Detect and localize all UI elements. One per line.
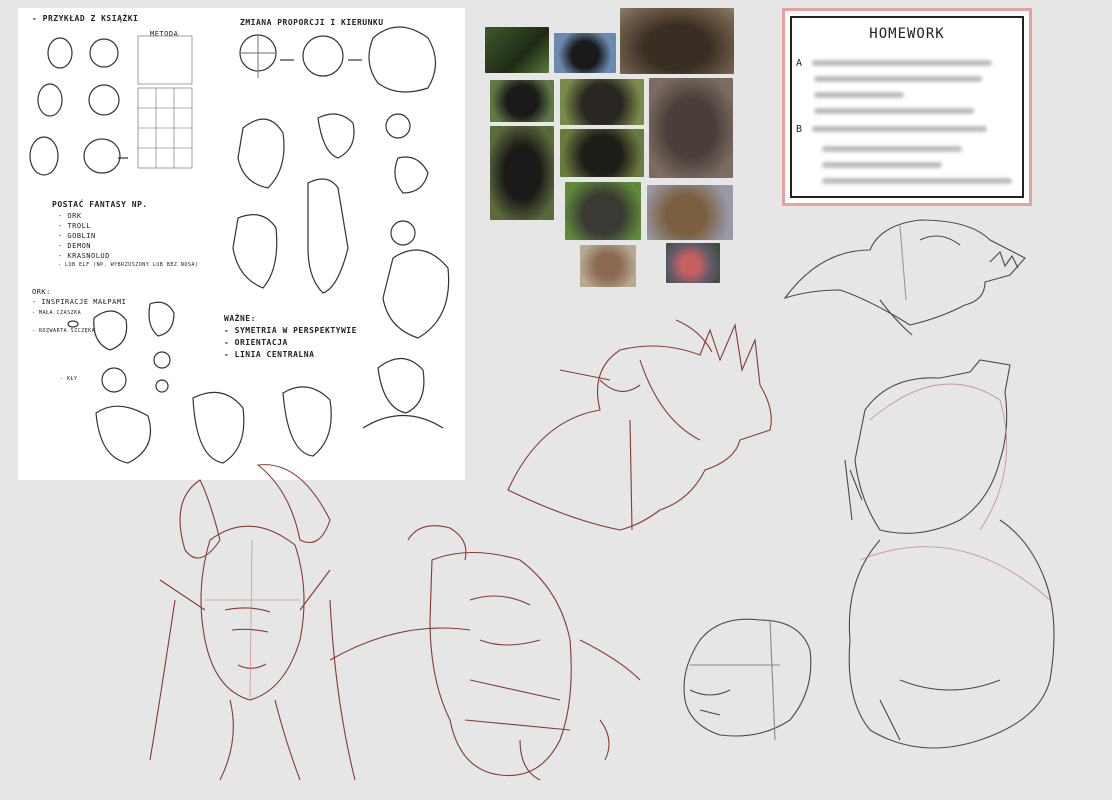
large-sketches-layer bbox=[149, 219, 1055, 781]
sketch-boar-orc bbox=[507, 319, 772, 531]
sketch-horned-woman bbox=[149, 464, 356, 781]
sketch-dwarf bbox=[329, 525, 641, 781]
sketch-croc-orc bbox=[783, 219, 1026, 336]
sketch-small-orc-head bbox=[683, 618, 812, 741]
